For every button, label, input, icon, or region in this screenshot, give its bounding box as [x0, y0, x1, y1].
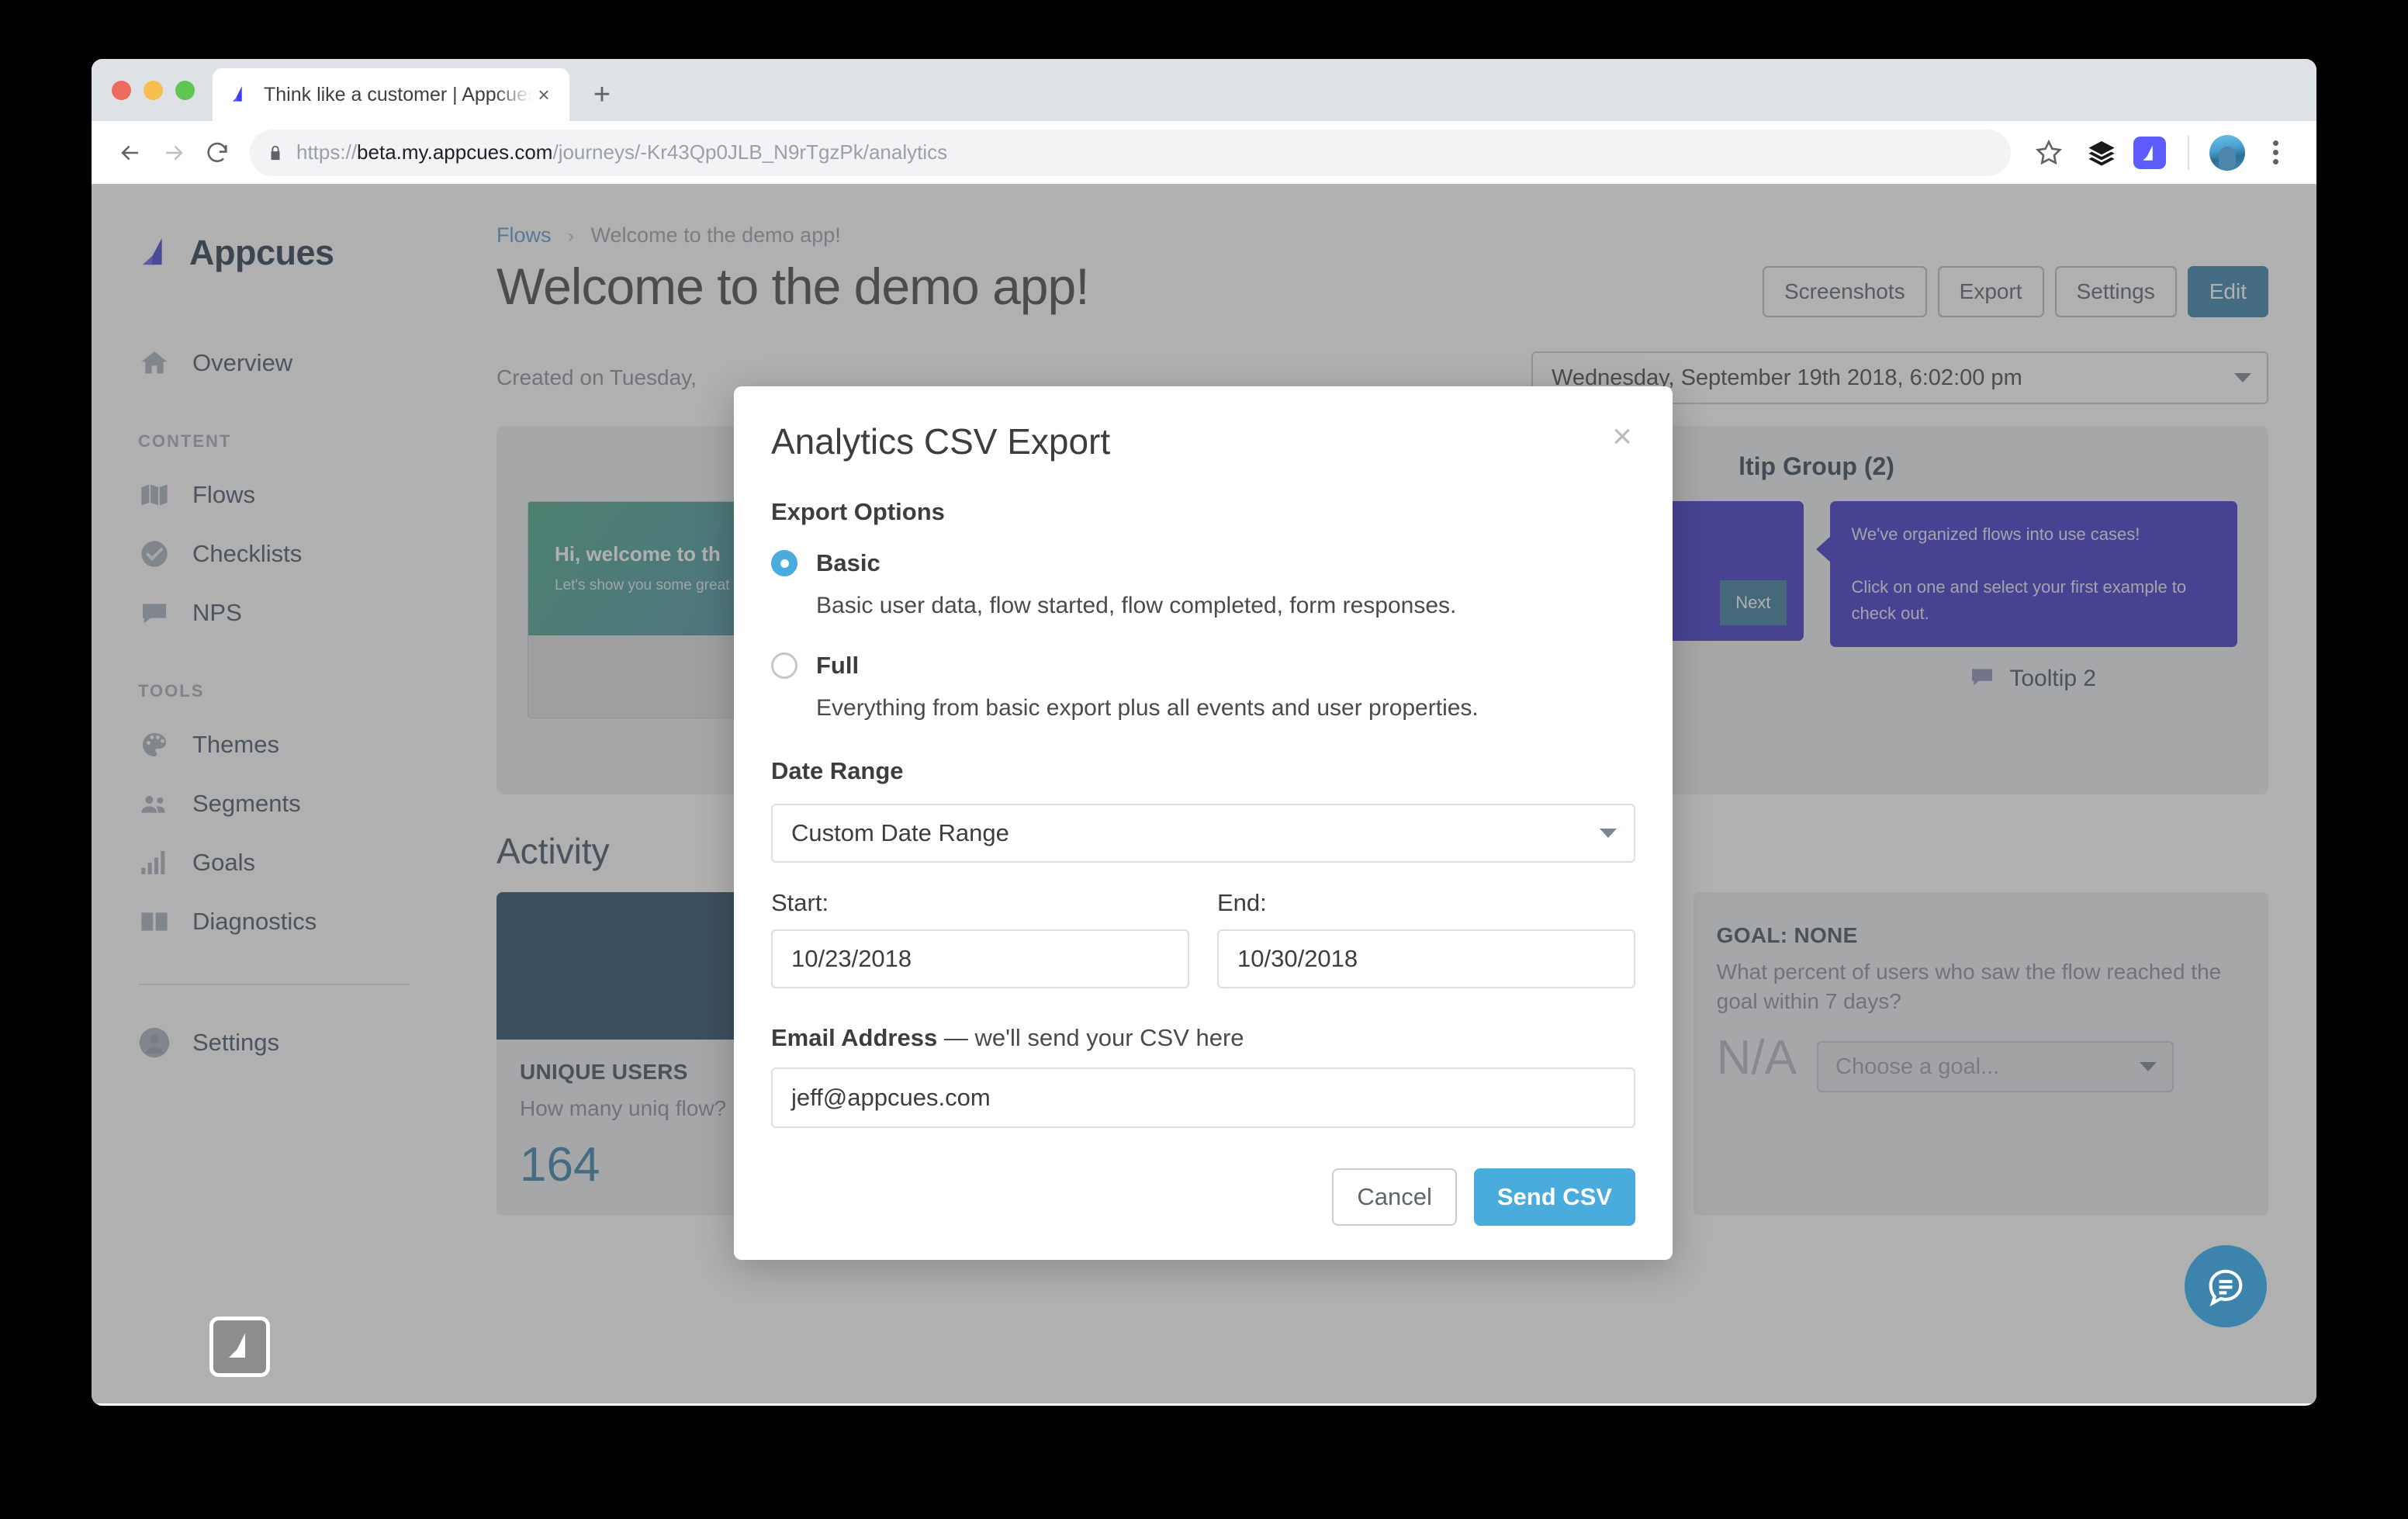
forward-button[interactable]: [152, 131, 195, 175]
radio-full-indicator[interactable]: [771, 652, 797, 679]
appcues-logo-icon: [230, 85, 250, 105]
reload-icon: [204, 140, 230, 166]
maximize-window-button[interactable]: [175, 81, 195, 100]
url-host: beta.my.appcues.com: [357, 140, 552, 164]
end-date-col: End: 10/30/2018: [1217, 889, 1635, 988]
browser-tab[interactable]: Think like a customer | Appcues ×: [213, 68, 569, 121]
modal-header: Analytics CSV Export ×: [771, 420, 1635, 462]
browser-tab-strip: Think like a customer | Appcues × +: [92, 59, 2316, 121]
chat-icon: [2203, 1264, 2248, 1309]
analytics-csv-export-modal: Analytics CSV Export × Export Options Ba…: [734, 386, 1673, 1260]
bookmark-star-icon[interactable]: [2023, 132, 2074, 174]
end-date-label: End:: [1217, 889, 1635, 917]
browser-window: Think like a customer | Appcues × + http…: [92, 59, 2316, 1406]
date-range-label: Date Range: [771, 757, 1635, 785]
radio-full-description: Everything from basic export plus all ev…: [816, 695, 1635, 721]
page-viewport: Appcues Overview CONTENT Flows: [92, 186, 2316, 1403]
appcues-badge-icon[interactable]: [209, 1317, 270, 1377]
modal-footer: Cancel Send CSV: [771, 1168, 1635, 1226]
dates-row: Start: 10/23/2018 End: 10/30/2018: [771, 889, 1635, 988]
radio-full-label: Full: [816, 652, 859, 680]
end-date-value: 10/30/2018: [1237, 945, 1358, 973]
appcues-mark-icon: [2140, 143, 2160, 163]
start-date-label: Start:: [771, 889, 1189, 917]
chevron-down-icon: [1600, 829, 1617, 838]
end-date-input[interactable]: 10/30/2018: [1217, 929, 1635, 988]
url-scheme: https://: [296, 140, 357, 164]
close-tab-icon[interactable]: ×: [532, 83, 555, 106]
star-icon: [2033, 137, 2064, 168]
radio-option-basic[interactable]: Basic: [771, 549, 1635, 577]
date-range-select-value: Custom Date Range: [791, 819, 1009, 847]
layers-extension-icon[interactable]: [2081, 132, 2123, 174]
cancel-button[interactable]: Cancel: [1332, 1168, 1457, 1226]
toolbar-icons: [2023, 132, 2296, 174]
email-field-value: jeff@appcues.com: [791, 1084, 991, 1112]
lock-icon: [267, 143, 284, 163]
browser-toolbar: https://beta.my.appcues.com/journeys/-Kr…: [92, 121, 2316, 186]
appcues-extension-badge: [2133, 137, 2166, 169]
email-field[interactable]: jeff@appcues.com: [771, 1067, 1635, 1128]
profile-avatar[interactable]: [2206, 132, 2248, 174]
back-button[interactable]: [109, 131, 152, 175]
export-options-label: Export Options: [771, 498, 1635, 526]
radio-basic-indicator[interactable]: [771, 550, 797, 576]
arrow-left-icon: [117, 140, 144, 166]
url-path: /journeys/-Kr43Qp0JLB_N9rTgzPk/analytics: [552, 140, 947, 164]
address-bar[interactable]: https://beta.my.appcues.com/journeys/-Kr…: [250, 130, 2011, 176]
close-icon[interactable]: ×: [1609, 420, 1635, 454]
modal-title: Analytics CSV Export: [771, 420, 1110, 462]
new-tab-button[interactable]: +: [580, 73, 624, 116]
tab-title: Think like a customer | Appcues: [264, 84, 532, 106]
start-date-value: 10/23/2018: [791, 945, 912, 973]
email-address-label: Email Address — we'll send your CSV here: [771, 1024, 1635, 1052]
radio-basic-description: Basic user data, flow started, flow comp…: [816, 593, 1635, 619]
chat-bubble-icon[interactable]: [2185, 1245, 2267, 1327]
url-text: https://beta.my.appcues.com/journeys/-Kr…: [296, 140, 947, 164]
menu-dot: [2273, 140, 2278, 146]
appcues-mark-icon: [223, 1331, 256, 1362]
start-date-col: Start: 10/23/2018: [771, 889, 1189, 988]
appcues-extension-icon[interactable]: [2129, 132, 2171, 174]
minimize-window-button[interactable]: [144, 81, 163, 100]
menu-dot: [2273, 150, 2278, 155]
email-address-label-rest: — we'll send your CSV here: [937, 1024, 1244, 1051]
date-range-select[interactable]: Custom Date Range: [771, 804, 1635, 863]
close-window-button[interactable]: [112, 81, 131, 100]
menu-dot: [2273, 159, 2278, 164]
send-csv-button[interactable]: Send CSV: [1474, 1168, 1635, 1226]
layers-icon: [2087, 138, 2116, 168]
start-date-input[interactable]: 10/23/2018: [771, 929, 1189, 988]
chrome-menu-icon[interactable]: [2254, 132, 2296, 174]
avatar-image: [2209, 135, 2245, 171]
radio-basic-label: Basic: [816, 549, 881, 577]
toolbar-divider: [2188, 136, 2189, 170]
radio-option-full[interactable]: Full: [771, 652, 1635, 680]
window-traffic-lights: [112, 81, 195, 100]
email-address-label-bold: Email Address: [771, 1024, 937, 1051]
reload-button[interactable]: [195, 131, 239, 175]
arrow-right-icon: [161, 140, 187, 166]
